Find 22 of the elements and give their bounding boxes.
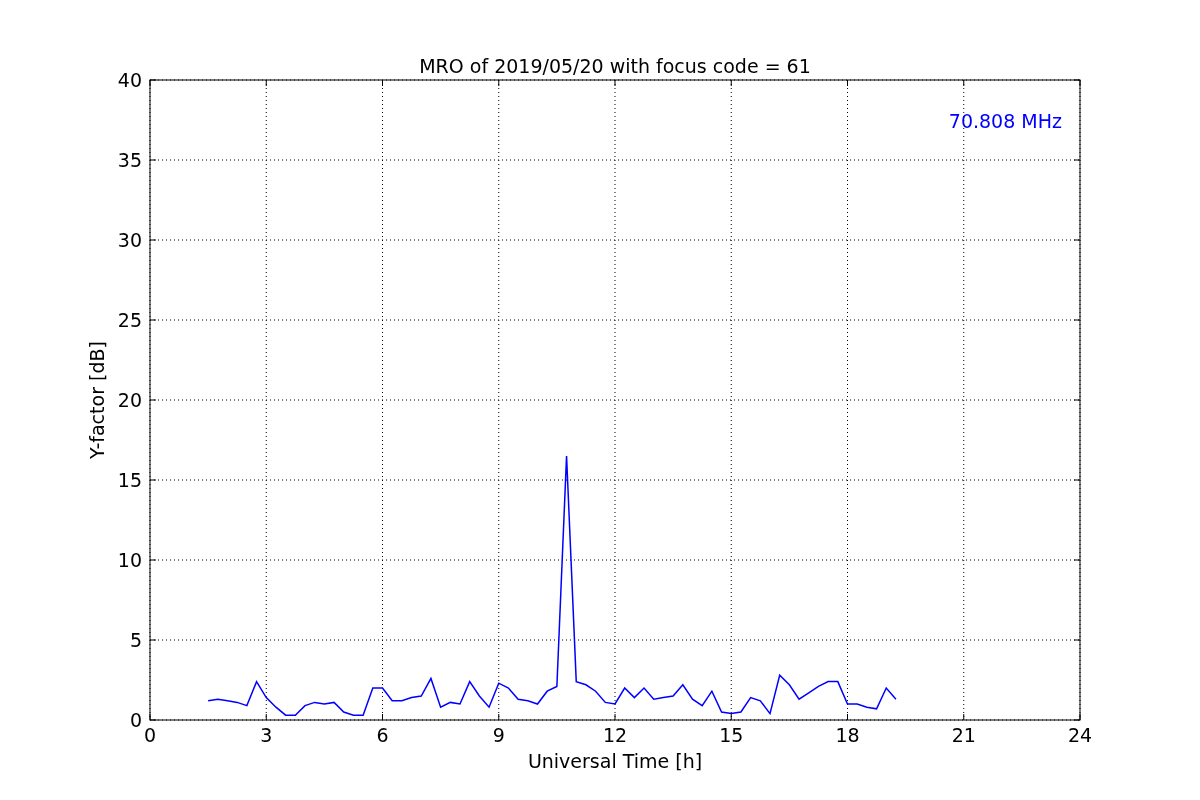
tick-label: 35 [117,149,142,171]
series-label: 70.808 MHz [948,110,1062,132]
tick-label: 30 [117,229,142,251]
tick-label: 5 [129,629,142,651]
tick-label: 3 [260,724,273,746]
tick-label: 0 [143,724,157,746]
tick-label: 18 [835,724,860,746]
x-axis-label: Universal Time [h] [527,750,703,772]
y-axis-label: Y-factor [dB] [86,341,108,459]
tick-label: 40 [117,69,142,91]
tick-label: 12 [602,724,628,746]
tick-label: 21 [951,724,976,746]
tick-label: 24 [1067,724,1093,746]
tick-label: 15 [117,469,142,491]
chart-title: MRO of 2019/05/20 with focus code = 61 [419,55,811,77]
tick-label: 10 [117,549,142,571]
tick-label: 25 [117,309,142,331]
tick-label: 6 [376,724,389,746]
tick-label: 20 [117,389,142,411]
tick-label: 0 [129,709,142,731]
tick-label: 15 [719,724,744,746]
tick-label: 9 [492,724,505,746]
